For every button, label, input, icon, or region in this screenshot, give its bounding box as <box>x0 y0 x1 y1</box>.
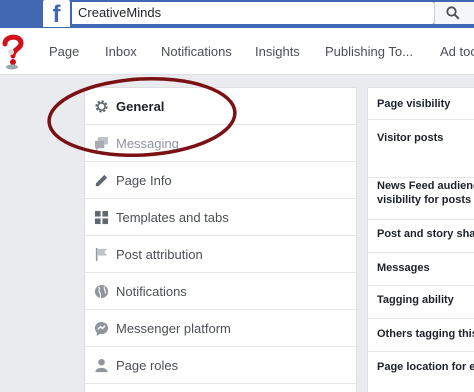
menu-item-page-info[interactable]: Page Info <box>85 162 356 199</box>
nav-insights[interactable]: Insights <box>255 44 300 59</box>
menu-item-general[interactable]: General <box>85 88 356 125</box>
setting-label-line-2: visibility for posts <box>377 194 472 206</box>
menu-item-label: Notifications <box>116 284 187 299</box>
gear-icon <box>95 100 108 113</box>
menu-item-page-roles[interactable]: Page roles <box>85 347 356 384</box>
search-icon <box>446 6 460 20</box>
menu-item-messenger-platform[interactable]: Messenger platform <box>85 310 356 347</box>
messenger-icon <box>94 321 109 336</box>
menu-item-label: General <box>116 99 165 114</box>
nav-ad-tools[interactable]: Ad too <box>440 44 474 59</box>
nav-notifications[interactable]: Notifications <box>161 44 232 59</box>
menu-item-templates-tabs[interactable]: Templates and tabs <box>85 199 356 236</box>
menu-item-label: Page Info <box>116 173 172 188</box>
page-nav-bar: Page Inbox Notifications Insights Publis… <box>0 28 474 75</box>
setting-row-visitor-posts[interactable]: Visitor posts <box>368 120 474 178</box>
search-button[interactable] <box>434 2 474 24</box>
flag-icon <box>95 247 108 262</box>
setting-row-messages[interactable]: Messages <box>368 253 474 286</box>
question-mark-logo-icon <box>2 34 24 70</box>
setting-label: Page location for e <box>377 361 474 373</box>
setting-row-tagging-ability[interactable]: Tagging ability <box>368 286 474 319</box>
globe-icon <box>94 284 109 299</box>
setting-row-page-location[interactable]: Page location for e <box>368 352 474 392</box>
menu-item-notifications[interactable]: Notifications <box>85 273 356 310</box>
menu-item-label: Messenger platform <box>116 321 231 336</box>
menu-item-label: Templates and tabs <box>116 210 229 225</box>
search-value: CreativeMinds <box>78 5 162 20</box>
nav-inbox[interactable]: Inbox <box>105 44 137 59</box>
setting-label: Post and story sha <box>377 228 474 240</box>
setting-row-page-visibility[interactable]: Page visibility <box>368 88 474 120</box>
setting-label: Tagging ability <box>377 294 454 306</box>
menu-item-label: Page roles <box>116 358 179 373</box>
menu-item-label: Messaging <box>116 136 179 151</box>
setting-label: Visitor posts <box>377 132 444 144</box>
search-input[interactable]: CreativeMinds <box>72 2 434 24</box>
setting-row-others-tagging[interactable]: Others tagging this <box>368 319 474 352</box>
settings-menu: General Messaging Page Info Templates an… <box>84 87 357 392</box>
menu-item-post-attribution[interactable]: Post attribution <box>85 236 356 273</box>
person-icon <box>95 358 108 373</box>
menu-item-label: Post attribution <box>116 247 203 262</box>
menu-item-messaging[interactable]: Messaging <box>85 125 356 162</box>
setting-row-post-story-sharing[interactable]: Post and story sha <box>368 220 474 253</box>
chat-icon <box>94 136 109 151</box>
grid-icon <box>94 210 109 225</box>
top-bar: f CreativeMinds <box>0 0 474 28</box>
setting-label: Messages <box>377 262 430 274</box>
setting-label: Page visibility <box>377 98 451 110</box>
facebook-logo-icon[interactable]: f <box>43 0 70 28</box>
nav-page[interactable]: Page <box>49 44 79 59</box>
setting-label: Others tagging this <box>377 328 474 340</box>
nav-publishing-tools[interactable]: Publishing To... <box>325 44 413 59</box>
pencil-icon <box>95 174 108 187</box>
general-settings-panel: Page visibility Visitor posts News Feed … <box>367 87 474 392</box>
setting-label: News Feed audience <box>377 180 474 192</box>
setting-row-news-feed-audience[interactable]: News Feed audience visibility for posts <box>368 178 474 220</box>
